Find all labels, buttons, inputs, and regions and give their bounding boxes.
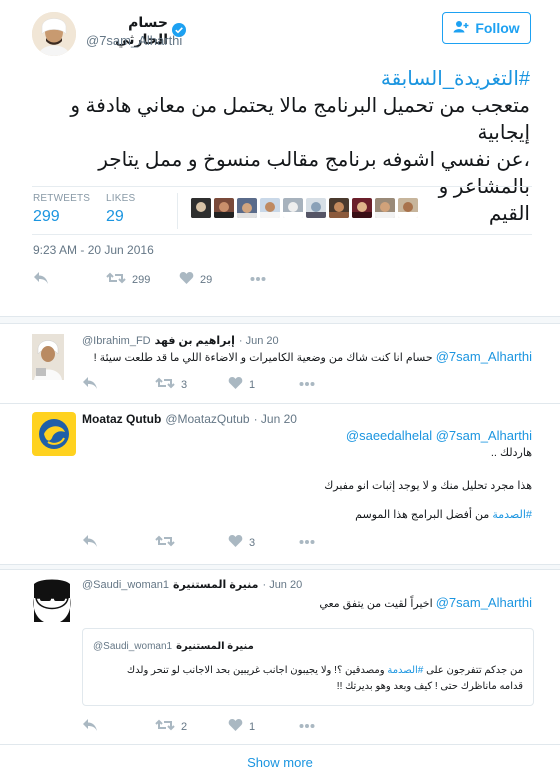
reply-handle[interactable]: @MoatazQutub [165, 412, 249, 426]
retweet-icon [155, 376, 175, 393]
heart-icon [228, 376, 243, 393]
like-button[interactable]: 1 [228, 376, 255, 393]
reply-text: هاردلك .. [490, 447, 532, 459]
reply-date[interactable]: · Jun 20 [262, 579, 302, 591]
retweet-button[interactable]: 3 [155, 376, 187, 393]
divider [32, 186, 532, 187]
reply-date[interactable]: · Jun 20 [254, 412, 297, 426]
tweet-actions: 299 29 [33, 271, 293, 287]
reply-icon[interactable] [33, 271, 49, 290]
reply-text: من أفضل البرامج هذا الموسم [355, 509, 490, 521]
section-divider [0, 564, 560, 570]
liker-avatar[interactable] [191, 198, 211, 218]
more-icon[interactable] [299, 719, 315, 738]
show-more-link[interactable]: Show more [0, 745, 560, 780]
quoted-text: ومصدقين ؟! ولا يجيبون اجانب غريبين بحد ا… [126, 665, 385, 676]
like-button[interactable]: 1 [228, 718, 255, 735]
show-more-label: Show more [247, 755, 313, 770]
reply-date[interactable]: · Jun 20 [239, 335, 279, 347]
retweet-icon[interactable] [155, 534, 175, 553]
reply-mention[interactable]: @7sam_Alharthi [436, 595, 532, 610]
quoted-tweet[interactable]: @Saudi_woman1 منيرة المستنيرة من جدكم تت… [82, 628, 534, 706]
reply-avatar[interactable] [30, 578, 74, 622]
follow-button[interactable]: Follow [442, 12, 531, 44]
likes-count: 29 [106, 208, 124, 225]
divider [177, 193, 178, 229]
liker-avatar[interactable] [398, 198, 418, 218]
retweet-icon [106, 271, 126, 288]
tweet-hashtag[interactable]: #التغريدة_السابقة [381, 68, 530, 90]
liker-avatar[interactable] [306, 198, 326, 218]
likers-row [191, 198, 418, 218]
reply-hashtag[interactable]: #الصدمة [492, 509, 532, 521]
liker-avatar[interactable] [283, 198, 303, 218]
reply-handle[interactable]: @Ibrahim_FD [82, 335, 151, 347]
reply-actions: 3 1 [82, 376, 342, 392]
liker-avatar[interactable] [214, 198, 234, 218]
reply-icon[interactable] [82, 376, 98, 395]
reply-icon[interactable] [82, 718, 98, 737]
heart-icon [228, 534, 243, 551]
tweet-timestamp[interactable]: 9:23 AM - 20 Jun 2016 [33, 243, 154, 257]
follow-button-label: Follow [475, 20, 520, 36]
retweets-stat[interactable]: RETWEETS 299 [33, 193, 90, 226]
reply-actions: 2 1 [82, 718, 342, 734]
reply-avatar[interactable] [32, 412, 76, 456]
tweet-text-line: متعجب من تحميل البرنامج مالا يحتمل من مع… [70, 95, 530, 144]
quoted-hashtag[interactable]: #الصدمة [387, 665, 423, 676]
reply-author-name[interactable]: إبراهيم بن فهد [155, 334, 235, 347]
liker-avatar[interactable] [237, 198, 257, 218]
quoted-text: من جدكم تتفرجون على [426, 665, 523, 676]
reply-author-name[interactable]: Moataz Qutub [82, 412, 161, 426]
quoted-text: قدامه ماناظرك حتى ! كيف وبعد وهو بديرتك … [336, 681, 523, 692]
retweet-count: 299 [132, 273, 151, 286]
author-handle[interactable]: @7sam_Alharthi [86, 33, 182, 48]
reply-handle[interactable]: @Saudi_woman1 [82, 579, 169, 591]
retweet-count: 3 [181, 378, 188, 391]
retweet-icon [155, 718, 175, 735]
retweets-label: RETWEETS [33, 193, 91, 204]
heart-icon [228, 718, 243, 735]
likes-label: LIKES [106, 193, 136, 204]
heart-icon [179, 271, 194, 288]
divider [32, 234, 532, 235]
more-icon[interactable] [299, 535, 315, 554]
liker-avatar[interactable] [352, 198, 372, 218]
reply-avatar[interactable] [32, 334, 64, 380]
reply-actions: 3 [82, 534, 342, 550]
reply-icon[interactable] [82, 534, 98, 553]
like-count: 29 [200, 273, 213, 286]
section-divider [0, 316, 560, 324]
reply-mention[interactable]: @7sam_Alharthi [436, 349, 532, 364]
like-count: 1 [249, 378, 256, 391]
author-avatar[interactable] [32, 12, 76, 56]
add-user-icon [453, 20, 469, 36]
retweet-button[interactable]: 2 [155, 718, 187, 735]
reply-text: حسام انا كنت شاك من وضعية الكاميرات و ال… [93, 352, 433, 364]
reply-mention[interactable]: @saeedalhelal @7sam_Alharthi [346, 428, 532, 443]
retweet-button[interactable]: 299 [106, 271, 150, 288]
reply-text: هذا مجرد تحليل منك و لا يوجد إثبات انو م… [324, 480, 532, 492]
quoted-handle: @Saudi_woman1 [93, 641, 173, 652]
more-icon[interactable] [250, 272, 266, 291]
more-icon[interactable] [299, 377, 315, 396]
quoted-author-name: منيرة المستنيرة [176, 641, 254, 652]
liker-avatar[interactable] [329, 198, 349, 218]
likes-stat[interactable]: LIKES 29 [106, 193, 135, 226]
reply-text: اخيراً لقيت من يتفق معي [319, 598, 433, 610]
reply-author-name[interactable]: منيرة المستنيرة [173, 578, 258, 591]
tweet-text-line: ،عن نفسي اشوفه برنامج مقالب منسوخ و ممل … [98, 149, 530, 198]
like-button[interactable]: 3 [228, 534, 255, 551]
like-count: 1 [249, 720, 256, 733]
retweets-count: 299 [33, 208, 60, 225]
liker-avatar[interactable] [260, 198, 280, 218]
like-count: 3 [249, 536, 256, 549]
like-button[interactable]: 29 [179, 271, 212, 288]
retweet-count: 2 [181, 720, 188, 733]
liker-avatar[interactable] [375, 198, 395, 218]
divider [0, 403, 560, 404]
